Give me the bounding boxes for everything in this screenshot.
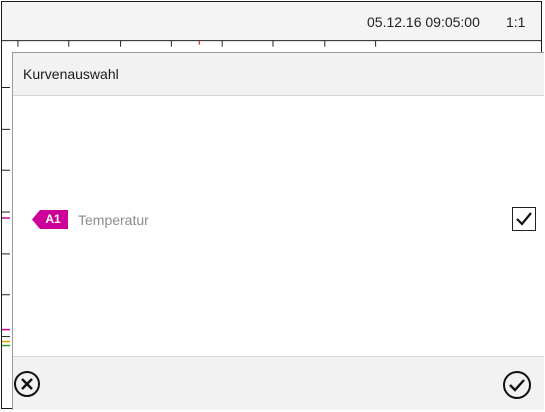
checkmark-icon: [516, 212, 532, 226]
curve-checkbox[interactable]: [512, 207, 536, 231]
cancel-circle-x-icon: [14, 371, 40, 397]
curve-option-temperature[interactable]: A1 Temperatur: [13, 203, 544, 237]
curve-label: Temperatur: [78, 212, 149, 228]
dialog-footer: [13, 356, 544, 410]
curve-tag-badge: A1: [32, 210, 68, 229]
curve-tag-label: A1: [45, 212, 61, 226]
screen-frame: 05.12.16 09:05:00 1:1 Kurvenauswahl A1 T…: [1, 1, 544, 410]
status-bar: 05.12.16 09:05:00 1:1: [2, 2, 541, 40]
curve-selection-dialog: Kurvenauswahl A1 Temperatur: [12, 52, 544, 410]
confirm-button[interactable]: [502, 370, 532, 400]
cancel-button[interactable]: [13, 370, 41, 398]
dialog-header: Kurvenauswahl: [13, 53, 544, 96]
dialog-title: Kurvenauswahl: [23, 66, 119, 82]
confirm-circle-check-icon: [503, 371, 531, 399]
zoom-level: 1:1: [506, 14, 526, 30]
date-time: 05.12.16 09:05:00: [367, 14, 480, 30]
